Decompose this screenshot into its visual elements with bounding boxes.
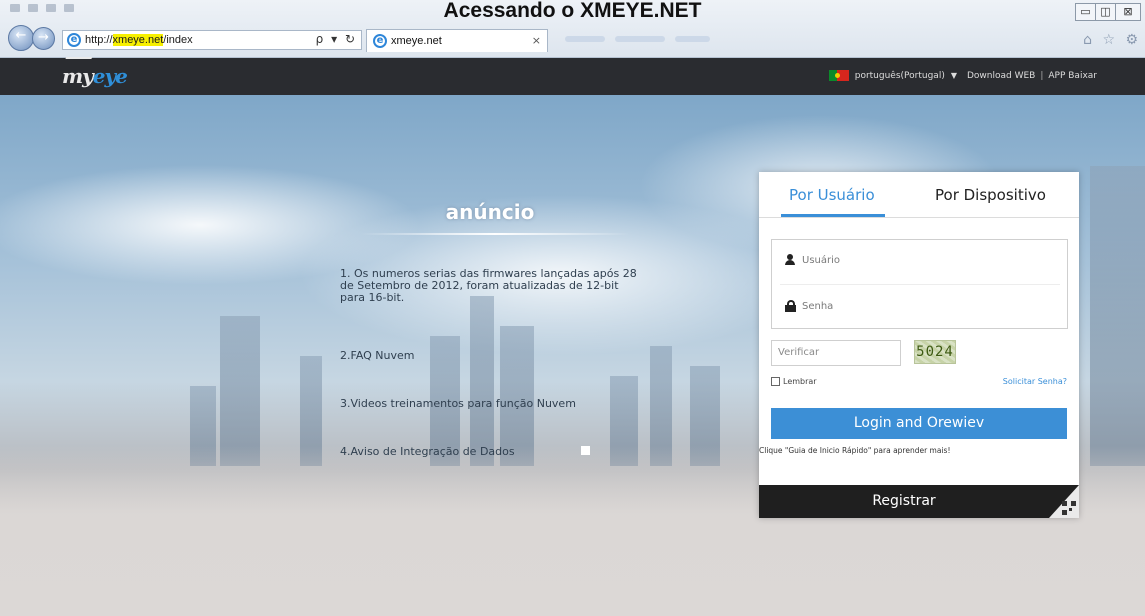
blurred-tab <box>675 36 710 42</box>
tab-by-user[interactable]: Por Usuário <box>789 186 875 204</box>
qr-code-toggle[interactable] <box>1049 485 1079 518</box>
search-refresh-icons[interactable]: ρ ▾ ↻ <box>316 32 357 46</box>
building-silhouette <box>1090 166 1145 466</box>
home-favorites-settings-icons[interactable]: ⌂ ☆ ⚙ <box>1083 32 1141 48</box>
announcement-item[interactable]: 2.FAQ Nuvem <box>340 350 640 362</box>
register-button[interactable]: Registrar <box>759 485 1049 518</box>
blurred-tab <box>615 36 665 42</box>
announcement-item[interactable]: 4.Aviso de Integração de Dados <box>340 446 640 458</box>
forgot-password-link[interactable]: Solicitar Senha? <box>1003 377 1067 386</box>
active-tab-indicator <box>781 214 885 217</box>
announcement-title: anúncio <box>445 200 535 224</box>
password-field[interactable]: Senha <box>784 300 833 312</box>
carousel-indicator[interactable] <box>581 446 590 455</box>
url-text: http://xmeye.net/index <box>85 34 193 46</box>
username-placeholder: Usuário <box>802 254 841 266</box>
password-placeholder: Senha <box>802 300 834 312</box>
chevron-down-icon[interactable]: ▼ <box>951 71 957 80</box>
header-links: português(Portugal) ▼ Download WEB | APP… <box>828 70 1097 81</box>
username-field[interactable]: Usuário <box>784 254 840 266</box>
building-silhouette <box>470 296 494 466</box>
language-select[interactable]: português(Portugal) <box>855 71 945 81</box>
browser-tab[interactable]: e xmeye.net × <box>366 29 548 52</box>
remember-label: Lembrar <box>783 377 817 386</box>
tab-title: xmeye.net <box>391 35 442 47</box>
verify-code-input[interactable]: Verificar <box>771 340 901 366</box>
checkbox-icon[interactable] <box>771 377 780 386</box>
login-tabs: Por Usuário Por Dispositivo <box>759 172 1079 218</box>
tab-close-icon[interactable]: × <box>532 34 541 47</box>
user-icon <box>784 254 796 266</box>
back-button[interactable]: ← <box>8 25 34 51</box>
qr-code-icon <box>1062 501 1076 515</box>
slide-title: Acessando o XMEYE.NET <box>443 0 702 22</box>
building-silhouette <box>220 316 260 466</box>
login-button[interactable]: Login and Orewiev <box>771 408 1067 439</box>
lock-icon <box>784 300 796 312</box>
address-bar[interactable]: e http://xmeye.net/index ρ ▾ ↻ <box>62 30 362 50</box>
captcha-image[interactable]: 5024 <box>914 340 956 364</box>
app-download-link[interactable]: APP Baixar <box>1048 71 1097 81</box>
announcement-divider <box>360 233 630 235</box>
download-web-link[interactable]: Download WEB <box>967 71 1035 81</box>
forward-button[interactable]: → <box>32 27 55 50</box>
login-panel: Por Usuário Por Dispositivo Usuário Senh… <box>759 172 1079 518</box>
field-divider <box>780 284 1060 285</box>
separator: | <box>1040 70 1044 81</box>
url-domain-highlight: xmeye.net <box>112 34 164 46</box>
quick-start-hint: Clique "Guia de Inicio Rápido" para apre… <box>759 446 951 455</box>
blurred-tab <box>565 36 605 42</box>
announcement-item[interactable]: 3.Videos treinamentos para função Nuvem <box>340 398 640 410</box>
ie-page-icon: e <box>67 33 81 47</box>
remember-checkbox[interactable]: Lembrar <box>771 377 817 386</box>
myeye-logo[interactable]: myeye <box>61 57 128 88</box>
portugal-flag-icon <box>828 70 849 81</box>
credentials-box: Usuário Senha <box>771 239 1068 329</box>
announcement-item[interactable]: 1. Os numeros serias das firmwares lança… <box>340 268 640 304</box>
tab-by-device[interactable]: Por Dispositivo <box>935 186 1046 204</box>
tab-ie-icon: e <box>373 34 387 48</box>
